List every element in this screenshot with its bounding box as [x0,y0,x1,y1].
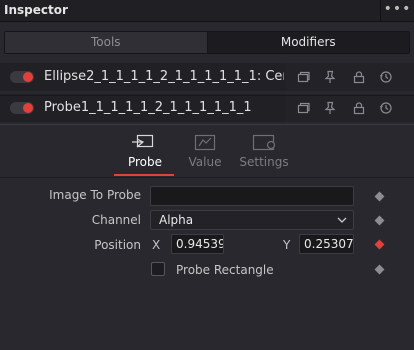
value-icon [194,134,216,151]
lock-icon[interactable] [352,70,366,84]
tab-modifiers[interactable]: Modifiers [206,32,409,53]
subtab-divider [0,177,414,178]
subtab-label: Value [188,155,222,169]
reset-icon[interactable] [379,101,393,115]
enable-toggle[interactable] [10,102,34,114]
active-tab-indicator [114,174,174,176]
reset-icon[interactable] [379,70,393,84]
modifier-name[interactable]: Ellipse2_1_1_1_1_2_1_1_1_1_1_1: Center [44,69,284,84]
probe-rectangle-label: Probe Rectangle [176,263,274,277]
tab-tools[interactable]: Tools [5,32,207,53]
copy-icon[interactable] [296,70,310,84]
channel-dropdown[interactable]: Alpha [150,210,354,230]
inspector-tabs: Tools Modifiers [4,31,410,54]
subtab-label: Settings [239,155,289,169]
position-x-input[interactable]: 0.945393 [171,234,224,254]
settings-icon [252,134,276,151]
enable-toggle[interactable] [10,71,34,83]
position-y-label: Y [283,238,291,252]
position-label: Position [94,238,141,252]
inspector-title: Inspector [4,3,68,17]
more-options-icon[interactable]: ••• [380,0,414,22]
probe-rectangle-checkbox[interactable] [151,262,165,276]
position-y-input[interactable]: 0.253073 [299,234,354,254]
image-to-probe-field[interactable] [150,186,354,206]
position-x-label: X [152,238,161,252]
modifier-name[interactable]: Probe1_1_1_1_1_2_1_1_1_1_1_1 [44,100,284,115]
subtab-label: Probe [127,155,163,169]
modifier-row-probe[interactable]: Probe1_1_1_1_1_2_1_1_1_1_1_1 [0,94,414,122]
pin-icon[interactable] [323,101,337,115]
probe-icon [132,134,154,148]
inspector-titlebar: Inspector ••• [0,0,414,22]
channel-label: Channel [91,213,141,227]
lock-icon[interactable] [352,101,366,115]
pin-icon[interactable] [323,70,337,84]
copy-icon[interactable] [296,101,310,115]
row-divider [0,95,414,96]
modifier-row-ellipse[interactable]: Ellipse2_1_1_1_1_2_1_1_1_1_1_1: Center [0,63,414,91]
image-to-probe-label: Image To Probe [49,188,141,202]
channel-value: Alpha [159,213,194,227]
chevron-down-icon [337,217,347,223]
